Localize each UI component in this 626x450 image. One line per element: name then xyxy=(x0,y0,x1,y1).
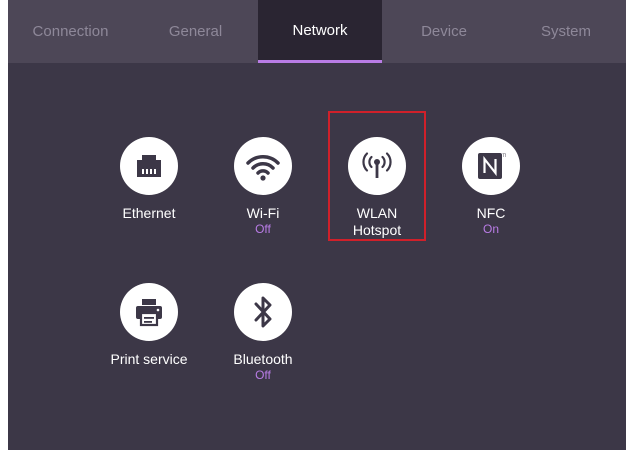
tab-connection[interactable]: Connection xyxy=(8,0,133,63)
printer-icon xyxy=(120,283,178,341)
ethernet-icon xyxy=(120,137,178,195)
hotspot-icon xyxy=(348,137,406,195)
wifi-icon xyxy=(234,137,292,195)
wlan-hotspot-tile[interactable]: WLAN Hotspot xyxy=(325,137,429,239)
tab-system[interactable]: System xyxy=(506,0,626,63)
wifi-label: Wi-Fi xyxy=(246,205,280,221)
settings-window: Connection General Network Device System… xyxy=(8,0,626,450)
hotspot-label-line2: Hotspot xyxy=(352,222,402,238)
hotspot-label-line1: WLAN xyxy=(356,205,398,221)
nfc-icon: TM xyxy=(462,137,520,195)
bluetooth-status: Off xyxy=(255,368,271,382)
ethernet-tile[interactable]: Ethernet xyxy=(97,137,201,222)
nfc-status: On xyxy=(482,222,499,236)
print-service-tile[interactable]: Print service xyxy=(97,283,201,368)
nfc-label: NFC xyxy=(476,205,506,221)
svg-text:TM: TM xyxy=(502,153,507,158)
wifi-tile[interactable]: Wi-Fi Off xyxy=(211,137,315,236)
print-service-label: Print service xyxy=(110,351,188,367)
nfc-tile[interactable]: TM NFC On xyxy=(439,137,543,236)
bluetooth-label: Bluetooth xyxy=(233,351,293,367)
wifi-status: Off xyxy=(255,222,271,236)
tab-general[interactable]: General xyxy=(133,0,258,63)
tab-bar: Connection General Network Device System xyxy=(8,0,626,63)
tab-device[interactable]: Device xyxy=(382,0,506,63)
bluetooth-tile[interactable]: Bluetooth Off xyxy=(211,283,315,382)
ethernet-label: Ethernet xyxy=(122,205,176,221)
bluetooth-icon xyxy=(234,283,292,341)
tab-network[interactable]: Network xyxy=(258,0,382,63)
